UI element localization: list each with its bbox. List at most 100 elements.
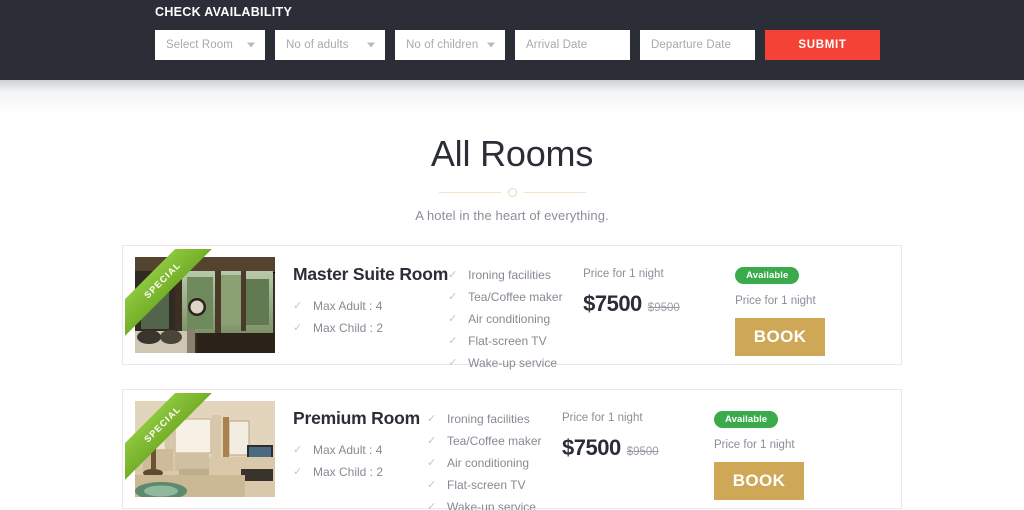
check-icon: ✓ (448, 269, 458, 281)
amenity-item: ✓ Tea/Coffee maker (448, 286, 583, 308)
room-spec-item: ✓ Max Adult : 4 (293, 439, 427, 461)
price-row: $7500 $9500 (583, 291, 735, 317)
room-booking-block: Available Price for 1 night BOOK (735, 257, 889, 356)
book-button[interactable]: BOOK (714, 462, 804, 500)
arrival-date-placeholder: Arrival Date (526, 39, 588, 51)
check-icon: ✓ (293, 322, 303, 334)
select-room-dropdown[interactable]: Select Room (155, 30, 265, 60)
no-of-adults-placeholder: No of adults (286, 39, 349, 51)
chevron-down-icon (247, 42, 255, 48)
divider-line-left (438, 191, 501, 193)
room-thumbnail-wrap: SPECIAL (125, 249, 275, 353)
header-shadow-divider (0, 80, 1024, 114)
chevron-down-icon (367, 42, 375, 48)
room-spec-label: Max Child : 2 (313, 321, 384, 335)
check-icon: ✓ (427, 413, 437, 425)
no-of-adults-dropdown[interactable]: No of adults (275, 30, 385, 60)
select-room-placeholder: Select Room (166, 39, 233, 51)
amenity-label: Flat-screen TV (468, 333, 547, 348)
check-icon: ✓ (448, 357, 458, 369)
price-label: Price for 1 night (583, 268, 664, 280)
amenity-label: Wake-up service (447, 499, 536, 510)
room-spec-item: ✓ Max Adult : 4 (293, 295, 448, 317)
room-spec-item: ✓ Max Child : 2 (293, 317, 448, 339)
check-icon: ✓ (427, 457, 437, 469)
check-icon: ✓ (448, 313, 458, 325)
page-title: All Rooms (430, 133, 594, 174)
room-booking-block: Available Price for 1 night BOOK (714, 401, 889, 500)
room-card[interactable]: SPECIAL Master Suite Room ✓ Max Adult : … (122, 245, 902, 370)
arrival-date-input[interactable]: Arrival Date (515, 30, 630, 60)
check-icon: ✓ (293, 466, 303, 478)
room-photo-illustration (135, 401, 275, 497)
check-icon: ✓ (427, 435, 437, 447)
room-spec-list: ✓ Max Adult : 4 ✓ Max Child : 2 (293, 439, 427, 483)
rooms-list: SPECIAL Master Suite Room ✓ Max Adult : … (122, 245, 902, 510)
booking-price-label: Price for 1 night (714, 439, 795, 451)
room-spec-label: Max Adult : 4 (313, 299, 383, 313)
check-availability-bar: CHECK AVAILABILITY Select Room No of adu… (0, 0, 1024, 80)
divider-circle-icon (507, 187, 517, 197)
booking-price-label: Price for 1 night (735, 295, 816, 307)
amenity-label: Tea/Coffee maker (468, 289, 563, 304)
departure-date-input[interactable]: Departure Date (640, 30, 755, 60)
check-icon: ✓ (427, 479, 437, 491)
amenity-item: ✓ Flat-screen TV (448, 330, 583, 352)
room-thumbnail-wrap: SPECIAL (125, 393, 275, 497)
amenity-item: ✓ Air conditioning (448, 308, 583, 330)
amenity-item: ✓ Wake-up service (448, 352, 583, 374)
amenity-item: ✓ Ironing facilities (427, 408, 562, 430)
amenity-label: Air conditioning (468, 311, 551, 326)
amenity-item: ✓ Flat-screen TV (427, 474, 562, 496)
amenity-label: Tea/Coffee maker (447, 433, 542, 448)
room-thumbnail-master-suite (135, 257, 275, 353)
chevron-down-icon (487, 42, 495, 48)
check-icon: ✓ (448, 291, 458, 303)
amenity-label: Ironing facilities (447, 411, 530, 426)
price-current: $7500 (562, 435, 621, 460)
room-info: Master Suite Room ✓ Max Adult : 4 ✓ Max … (275, 257, 448, 339)
room-spec-label: Max Adult : 4 (313, 443, 383, 457)
room-amenities-list: ✓ Ironing facilities ✓ Tea/Coffee maker … (448, 257, 583, 374)
room-info: Premium Room ✓ Max Adult : 4 ✓ Max Child… (275, 401, 427, 483)
room-price-block: Price for 1 night $7500 $9500 (562, 401, 714, 461)
status-badge: Available (735, 267, 800, 284)
status-badge: Available (714, 411, 779, 428)
room-spec-label: Max Child : 2 (313, 465, 384, 479)
departure-date-placeholder: Departure Date (651, 39, 732, 51)
check-icon: ✓ (448, 335, 458, 347)
room-card[interactable]: SPECIAL Premium Room ✓ Max Adult : 4 ✓ M… (122, 389, 902, 510)
amenity-item: ✓ Ironing facilities (448, 264, 583, 286)
price-original-strikethrough: $9500 (647, 302, 680, 314)
check-availability-title: CHECK AVAILABILITY (155, 5, 293, 19)
price-row: $7500 $9500 (562, 435, 714, 461)
amenity-item: ✓ Tea/Coffee maker (427, 430, 562, 452)
check-icon: ✓ (293, 444, 303, 456)
room-price-block: Price for 1 night $7500 $9500 (583, 257, 735, 317)
room-thumbnail-premium (135, 401, 275, 497)
room-spec-item: ✓ Max Child : 2 (293, 461, 427, 483)
amenity-item: ✓ Wake-up service (427, 496, 562, 510)
no-of-children-placeholder: No of children (406, 39, 479, 51)
room-amenities-list: ✓ Ironing facilities ✓ Tea/Coffee maker … (427, 401, 562, 510)
price-label: Price for 1 night (562, 412, 643, 424)
amenity-label: Flat-screen TV (447, 477, 526, 492)
title-divider (0, 186, 1024, 198)
availability-form: Select Room No of adults No of children … (155, 30, 1024, 60)
check-icon: ✓ (293, 300, 303, 312)
room-name: Master Suite Room (293, 264, 449, 284)
amenity-label: Ironing facilities (468, 267, 551, 282)
amenity-item: ✓ Air conditioning (427, 452, 562, 474)
price-original-strikethrough: $9500 (626, 446, 659, 458)
room-name: Premium Room (293, 408, 420, 428)
book-button[interactable]: BOOK (735, 318, 826, 356)
room-spec-list: ✓ Max Adult : 4 ✓ Max Child : 2 (293, 295, 448, 339)
amenity-label: Wake-up service (468, 355, 558, 370)
no-of-children-dropdown[interactable]: No of children (395, 30, 505, 60)
submit-button[interactable]: SUBMIT (765, 30, 880, 60)
page-subtitle: A hotel in the heart of everything. (415, 208, 609, 223)
check-icon: ✓ (427, 501, 437, 510)
price-current: $7500 (583, 291, 642, 316)
page-heading: All Rooms A hotel in the heart of everyt… (0, 133, 1024, 223)
amenity-label: Air conditioning (447, 455, 530, 470)
